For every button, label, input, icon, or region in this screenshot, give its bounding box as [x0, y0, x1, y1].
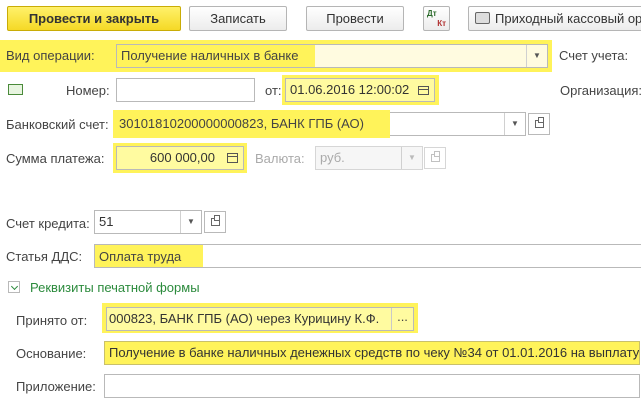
collapse-section-button[interactable] [8, 281, 20, 293]
sum-label: Сумма платежа: [6, 151, 105, 166]
printer-icon [475, 12, 490, 24]
dds-label: Статья ДДС: [6, 249, 83, 264]
credit-account-label: Счет кредита: [6, 216, 90, 231]
received-from-input[interactable]: 000823, БАНК ГПБ (АО) через Курицину К.Ф… [106, 307, 414, 331]
post-and-close-button[interactable]: Провести и закрыть [7, 6, 181, 31]
dt-kt-icon: Дт Кт [427, 9, 446, 28]
bank-account-label: Банковский счет: [6, 117, 109, 132]
attachment-input[interactable] [104, 374, 640, 398]
from-label: от: [265, 83, 282, 98]
bank-account-value: 30101810200000000823, БАНК ГПБ (АО) [119, 116, 364, 131]
post-button[interactable]: Провести [306, 6, 404, 31]
chevron-down-icon[interactable]: ▼ [401, 147, 422, 169]
open-icon [534, 117, 544, 128]
basis-input[interactable]: Получение в банке наличных денежных сред… [104, 341, 640, 365]
save-button[interactable]: Записать [189, 6, 287, 31]
chevron-down-icon[interactable]: ▼ [180, 211, 201, 233]
select-received-button[interactable]: ... [391, 308, 413, 330]
organization-label: Организация: [560, 83, 641, 98]
received-from-label: Принято от: [16, 313, 88, 328]
currency-select[interactable]: руб. ▼ [315, 146, 423, 170]
basis-label: Основание: [16, 346, 87, 361]
currency-label: Валюта: [255, 151, 305, 166]
chevron-down-icon[interactable]: ▼ [526, 45, 547, 67]
calendar-icon[interactable] [412, 79, 434, 101]
open-icon [430, 151, 440, 162]
number-input[interactable] [116, 78, 255, 102]
dds-value: Оплата труда [99, 249, 182, 264]
sum-input[interactable]: 600 000,00 [116, 146, 244, 170]
dt-kt-button[interactable]: Дт Кт [423, 6, 450, 31]
date-input[interactable]: 01.06.2016 12:00:02 [285, 78, 435, 102]
operation-label: Вид операции: [6, 48, 95, 63]
open-bank-account-button[interactable] [528, 113, 550, 135]
open-currency-button[interactable] [424, 147, 446, 169]
credit-account-select[interactable]: 51 ▼ [94, 210, 202, 234]
open-credit-account-button[interactable] [204, 211, 226, 233]
number-label: Номер: [66, 83, 110, 98]
chevron-down-icon[interactable]: ▼ [504, 113, 525, 135]
print-requisites-toggle[interactable]: Реквизиты печатной формы [30, 280, 200, 296]
open-icon [210, 215, 220, 226]
calculator-icon[interactable] [221, 147, 243, 169]
operation-value-text: Получение наличных в банке [121, 48, 299, 63]
account-label: Счет учета: [559, 48, 629, 63]
document-status-icon [8, 84, 23, 95]
chevron-down-icon [10, 282, 19, 291]
attachment-label: Приложение: [16, 379, 96, 394]
print-cash-order-button[interactable]: Приходный кассовый ор [468, 6, 641, 31]
